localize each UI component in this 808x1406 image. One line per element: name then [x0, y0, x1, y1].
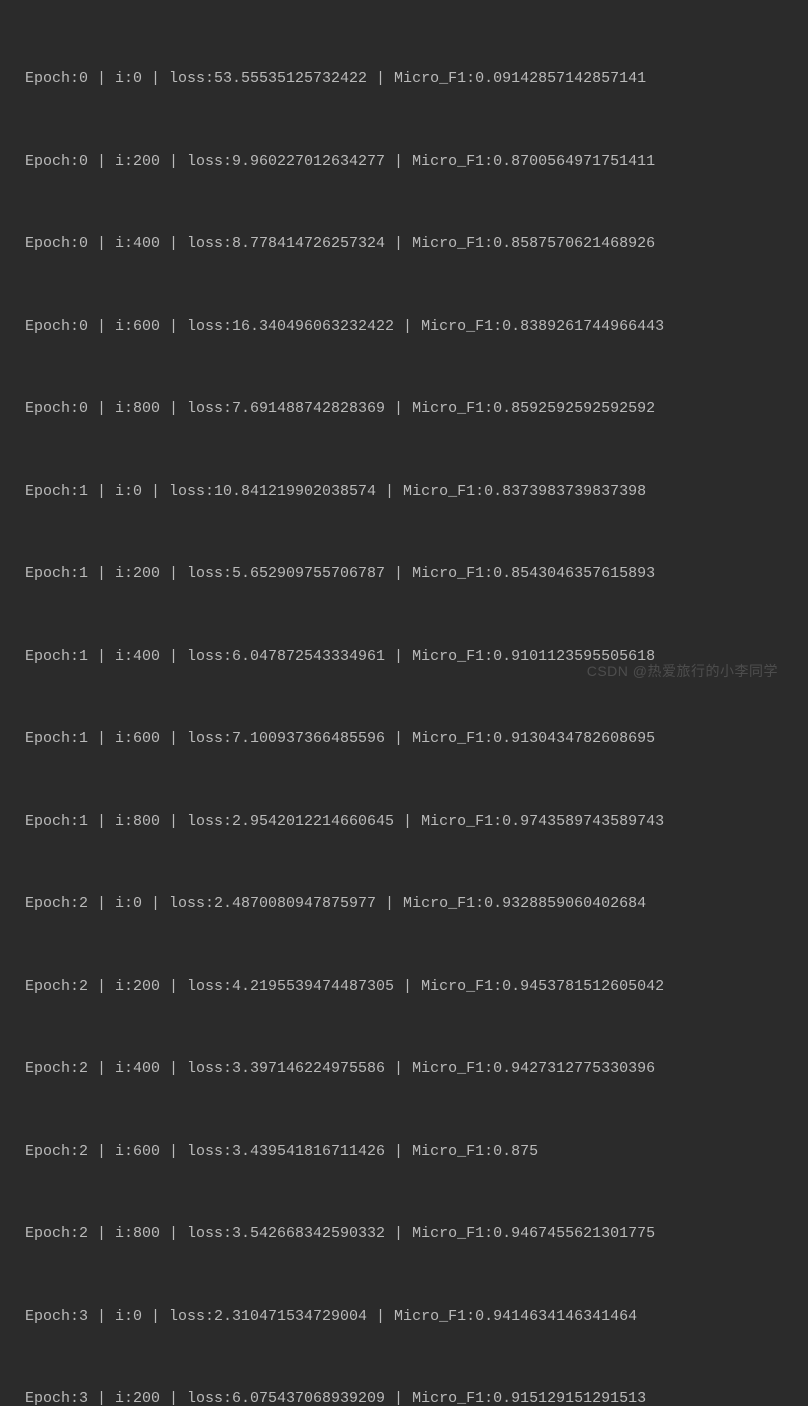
log-line: Epoch:2 | i:0 | loss:2.4870080947875977 … — [25, 890, 783, 918]
watermark: CSDN @热爱旅行的小李同学 — [587, 658, 778, 686]
log-line: Epoch:3 | i:0 | loss:2.310471534729004 |… — [25, 1303, 783, 1331]
terminal-output: Epoch:0 | i:0 | loss:53.55535125732422 |… — [25, 10, 783, 1406]
log-line: Epoch:0 | i:200 | loss:9.960227012634277… — [25, 148, 783, 176]
log-line: Epoch:1 | i:200 | loss:5.652909755706787… — [25, 560, 783, 588]
log-line: Epoch:0 | i:0 | loss:53.55535125732422 |… — [25, 65, 783, 93]
log-line: Epoch:2 | i:200 | loss:4.219553947448730… — [25, 973, 783, 1001]
log-line: Epoch:0 | i:600 | loss:16.34049606323242… — [25, 313, 783, 341]
log-line: Epoch:2 | i:600 | loss:3.439541816711426… — [25, 1138, 783, 1166]
log-line: Epoch:1 | i:0 | loss:10.841219902038574 … — [25, 478, 783, 506]
log-line: Epoch:2 | i:800 | loss:3.542668342590332… — [25, 1220, 783, 1248]
log-line: Epoch:1 | i:800 | loss:2.954201221466064… — [25, 808, 783, 836]
log-line: Epoch:0 | i:400 | loss:8.778414726257324… — [25, 230, 783, 258]
log-line: Epoch:2 | i:400 | loss:3.397146224975586… — [25, 1055, 783, 1083]
log-line: Epoch:1 | i:600 | loss:7.100937366485596… — [25, 725, 783, 753]
log-line: Epoch:3 | i:200 | loss:6.075437068939209… — [25, 1385, 783, 1406]
log-line: Epoch:0 | i:800 | loss:7.691488742828369… — [25, 395, 783, 423]
